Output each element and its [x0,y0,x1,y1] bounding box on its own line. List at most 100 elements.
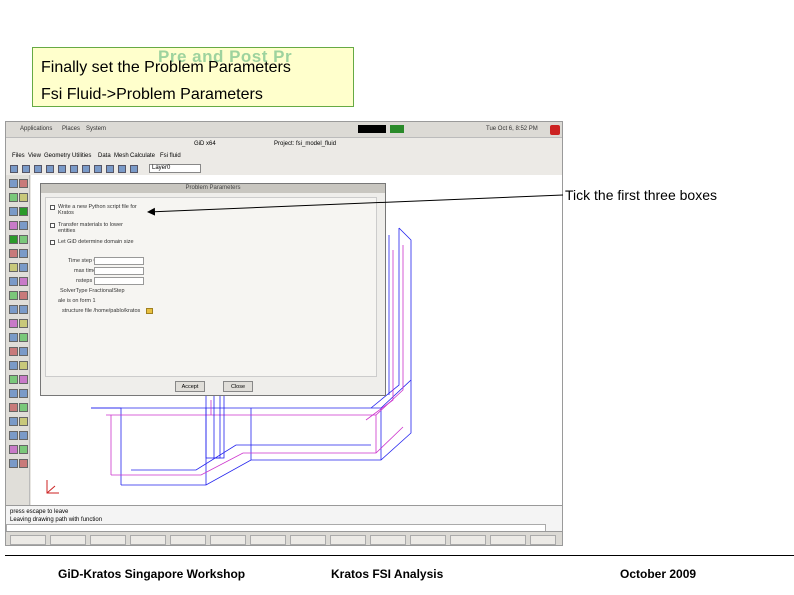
places-menu[interactable]: Places [62,126,80,132]
slide-subtitle: Fsi Fluid->Problem Parameters [41,86,263,103]
toolbar-button[interactable] [22,165,30,173]
task-button[interactable] [290,535,326,545]
menu-calculate[interactable]: Calculate [130,153,155,159]
transfer-materials-checkbox[interactable] [50,223,55,228]
tool-icon[interactable] [19,249,28,258]
task-button[interactable] [50,535,86,545]
panel-clock: Tue Oct 6, 8:52 PM [486,126,538,132]
domain-size-checkbox[interactable] [50,240,55,245]
folder-icon[interactable] [146,308,153,314]
project-label: Project: fsi_model_fluid [274,141,337,147]
toolbar-button[interactable] [106,165,114,173]
tool-icon[interactable] [9,291,18,300]
tool-icon[interactable] [9,403,18,412]
task-button[interactable] [530,535,556,545]
task-button[interactable] [370,535,406,545]
tool-icon[interactable] [9,459,18,468]
toolbar-button[interactable] [70,165,78,173]
tool-icon[interactable] [9,333,18,342]
toolbar-button[interactable] [82,165,90,173]
command-output-line: press escape to leave [10,509,69,515]
toolbar-button[interactable] [130,165,138,173]
solver-type-label: SolverType FractionalStep [60,288,125,294]
applications-menu[interactable]: Applications [20,126,52,132]
tool-icon[interactable] [19,207,28,216]
task-button[interactable] [10,535,46,545]
task-button[interactable] [450,535,486,545]
time-step-input[interactable] [94,257,144,265]
gid-toolbar: Layer0 [6,163,562,175]
tool-icon[interactable] [19,417,28,426]
tool-icon[interactable] [9,305,18,314]
tool-icon[interactable] [9,207,18,216]
toolbar-button[interactable] [10,165,18,173]
tool-icon[interactable] [19,193,28,202]
tool-icon[interactable] [9,235,18,244]
footer-workshop: GiD-Kratos Singapore Workshop [58,567,246,581]
tool-icon[interactable] [9,263,18,272]
system-menu[interactable]: System [86,126,106,132]
tool-icon[interactable] [9,417,18,426]
transfer-materials-label: Transfer materials to lower entities [58,222,123,234]
tool-icon[interactable] [19,375,28,384]
close-button[interactable]: Close [223,381,253,392]
task-button[interactable] [210,535,246,545]
tool-icon[interactable] [19,319,28,328]
tool-icon[interactable] [19,291,28,300]
toolbar-button[interactable] [118,165,126,173]
task-button[interactable] [410,535,446,545]
menu-fsi-fluid[interactable]: Fsi fluid [160,153,181,159]
toolbar-button[interactable] [94,165,102,173]
problem-parameters-dialog: Problem Parameters Write a new Python sc… [40,183,386,396]
menu-data[interactable]: Data [98,153,111,159]
tool-icon[interactable] [19,305,28,314]
layer-select[interactable]: Layer0 [149,164,201,173]
tool-icon[interactable] [9,319,18,328]
tool-icon[interactable] [19,361,28,370]
tool-icon[interactable] [9,375,18,384]
power-icon[interactable] [550,125,560,135]
toolbar-button[interactable] [46,165,54,173]
nsteps-input[interactable] [94,277,144,285]
tool-icon[interactable] [9,277,18,286]
task-button[interactable] [490,535,526,545]
task-button[interactable] [330,535,366,545]
toolbar-button[interactable] [58,165,66,173]
tool-icon[interactable] [9,389,18,398]
tool-icon[interactable] [19,277,28,286]
tool-icon[interactable] [19,431,28,440]
tool-icon[interactable] [19,333,28,342]
accept-button[interactable]: Accept [175,381,205,392]
write-python-checkbox[interactable] [50,205,55,210]
tool-icon[interactable] [19,459,28,468]
task-button[interactable] [130,535,166,545]
task-button[interactable] [250,535,286,545]
tool-icon[interactable] [19,347,28,356]
tool-icon[interactable] [9,347,18,356]
menu-utilities[interactable]: Utilities [72,153,91,159]
toolbar-button[interactable] [34,165,42,173]
tool-icon[interactable] [19,221,28,230]
tool-icon[interactable] [9,193,18,202]
menu-view[interactable]: View [28,153,41,159]
max-time-input[interactable] [94,267,144,275]
tool-icon[interactable] [19,179,28,188]
menu-files[interactable]: Files [12,153,25,159]
tool-icon[interactable] [9,431,18,440]
tool-icon[interactable] [9,179,18,188]
tool-icon[interactable] [9,221,18,230]
tool-icon[interactable] [9,249,18,258]
task-button[interactable] [170,535,206,545]
panel-applet-black [358,125,386,133]
tool-icon[interactable] [19,389,28,398]
tool-icon[interactable] [19,263,28,272]
tool-icon[interactable] [9,361,18,370]
gid-side-toolbar [6,175,30,505]
task-button[interactable] [90,535,126,545]
tool-icon[interactable] [19,403,28,412]
menu-geometry[interactable]: Geometry [44,153,70,159]
tool-icon[interactable] [19,235,28,244]
tool-icon[interactable] [19,445,28,454]
tool-icon[interactable] [9,445,18,454]
menu-mesh[interactable]: Mesh [114,153,129,159]
